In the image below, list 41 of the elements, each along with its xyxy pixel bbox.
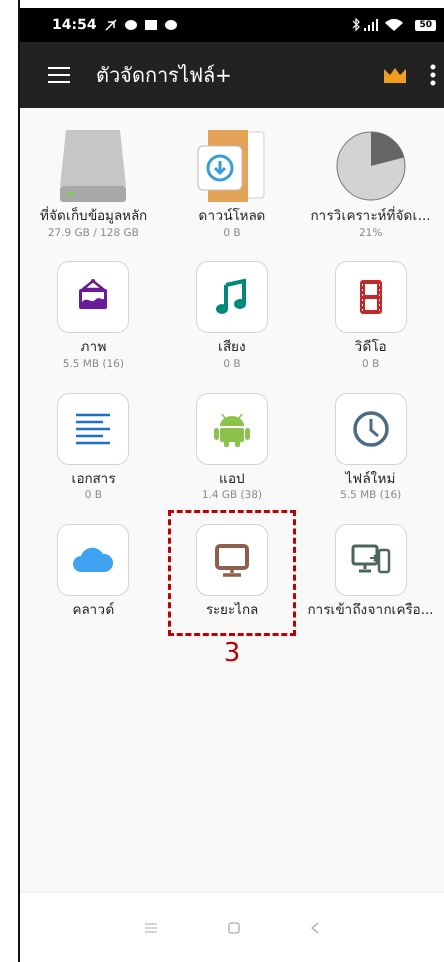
- item-detail: 0 B: [84, 488, 102, 504]
- item-detail: 5.5 MB (16): [340, 488, 402, 504]
- item-label: เอกสาร: [71, 470, 116, 488]
- annotation-number: 3: [224, 640, 240, 666]
- film-strip-tile[interactable]: [334, 261, 407, 334]
- cloud-tile[interactable]: [57, 524, 130, 596]
- item-detail: 0 B: [223, 226, 241, 241]
- chat-bubble-icon: [164, 20, 177, 30]
- item-label: ระยะไกล: [206, 602, 258, 620]
- item-detail: 0 B: [223, 356, 241, 372]
- item-label: แอป: [218, 470, 245, 488]
- music-note-tile[interactable]: [196, 261, 268, 334]
- document-lines-tile[interactable]: [57, 392, 130, 465]
- item-label: การเข้าถึงจากเครือ...: [308, 602, 434, 620]
- item-label: เสียง: [218, 339, 246, 357]
- robot-tile[interactable]: [196, 392, 268, 465]
- item-label: ไฟล์ใหม่: [346, 470, 396, 488]
- status-time: 14:54: [52, 16, 97, 34]
- item-detail: 27.9 GB / 128 GB: [48, 226, 139, 241]
- item-detail: 5.5 MB (16): [62, 356, 124, 372]
- item-label: วิดีโอ: [354, 339, 387, 357]
- menu-icon[interactable]: [48, 67, 70, 83]
- crown-icon[interactable]: [384, 67, 406, 83]
- item-label: ภาพ: [80, 339, 106, 357]
- item-label: ที่จัดเก็บข้อมูลหลัก: [40, 208, 147, 226]
- item-detail: 21%: [358, 226, 382, 241]
- app-title: ตัวจัดการไฟล์+: [96, 62, 233, 89]
- clock-icon: [350, 408, 391, 449]
- picture-frame-tile[interactable]: [57, 261, 130, 334]
- more-icon[interactable]: [430, 64, 436, 86]
- pie-chart-icon[interactable]: [334, 130, 407, 202]
- item-label: การวิเคราะห์ที่จัดเ...: [310, 208, 431, 226]
- item-detail: 0 B: [362, 356, 380, 372]
- battery-icon: 50: [415, 20, 436, 30]
- item-label: คลาวด์: [72, 602, 114, 620]
- chat-bubble-icon: [124, 20, 137, 30]
- item-detail: 1.4 GB (38): [202, 488, 262, 504]
- monitor-tile[interactable]: [196, 524, 268, 596]
- item-label: ดาวน์โหลด: [198, 208, 266, 226]
- clock-tile[interactable]: [334, 392, 407, 465]
- computer-phone-tile[interactable]: [334, 524, 407, 596]
